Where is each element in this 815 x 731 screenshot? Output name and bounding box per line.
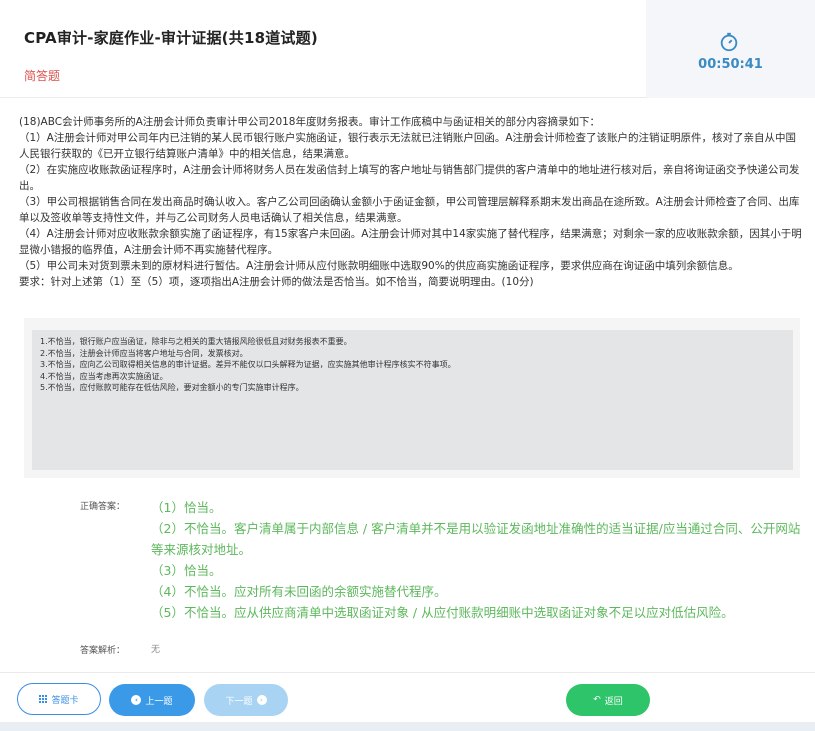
question-paragraph: （3）甲公司根据销售合同在发出商品时确认收入。客户乙公司回函确认金额小于函证金额… [19, 196, 800, 224]
correct-answer-line: （5）不恰当。应从供应商清单中选取函证对象 / 从应付账款明细账中选取函证对象不… [151, 605, 734, 620]
grid-icon [39, 695, 48, 703]
question-type-label: 简答题 [24, 69, 61, 83]
chevron-left-icon: ‹ [131, 695, 142, 705]
previous-question-button[interactable]: ‹ 上一题 [109, 684, 195, 716]
question-paragraph: （5）甲公司未对货到票未到的原材料进行暂估。A注册会计师从应付账款明细账中选取9… [19, 260, 739, 272]
exam-review-page: CPA审计-家庭作业-审计证据(共18道试题) 简答题 00:50:41 (18… [0, 0, 815, 731]
user-answer-textarea[interactable]: 1.不恰当，银行账户应当函证，除非与之相关的重大错报风险很低且对财务报表不重要。… [32, 330, 793, 470]
correct-answer-line: （3）恰当。 [151, 563, 222, 578]
next-question-button[interactable]: 下一题 › [204, 684, 288, 716]
correct-answer-text: （1）恰当。 （2）不恰当。客户清单属于内部信息 / 客户清单并不是用以验证发函… [151, 497, 801, 623]
previous-label: 上一题 [145, 696, 173, 707]
answer-card-label: 答题卡 [51, 695, 79, 706]
stopwatch-icon [720, 32, 738, 52]
footer-strip [0, 722, 815, 731]
correct-answer-line: （2）不恰当。客户清单属于内部信息 / 客户清单并不是用以验证发函地址准确性的适… [151, 521, 801, 557]
user-answer-line: 2.不恰当，注册会计师应当将客户地址与合同，发票核对。 [40, 348, 248, 358]
chevron-right-icon: › [256, 695, 267, 705]
reply-icon: ↶ [593, 694, 601, 705]
user-answer-container: 1.不恰当，银行账户应当函证，除非与之相关的重大错报风险很低且对财务报表不重要。… [24, 318, 800, 478]
correct-answer-line: （1）恰当。 [151, 500, 222, 515]
page-title: CPA审计-家庭作业-审计证据(共18道试题) [24, 29, 318, 47]
question-paragraph: （1）A注册会计师对甲公司年内已注销的某人民币银行账户实施函证，银行表示无法就已… [19, 132, 797, 160]
question-paragraph: （4）A注册会计师对应收账款余额实施了函证程序，有15家客户未回函。A注册会计师… [19, 228, 802, 256]
back-button[interactable]: ↶ 返回 [566, 684, 650, 716]
answer-card-button[interactable]: 答题卡 [17, 683, 101, 715]
question-paragraph: (18)ABC会计师事务所的A注册会计师负责审计甲公司2018年度财务报表。审计… [19, 116, 600, 128]
correct-answer-label: 正确答案： [80, 502, 126, 512]
analysis-label: 答案解析： [80, 646, 126, 656]
question-paragraph: 要求：针对上述第（1）至（5）项，逐项指出A注册会计师的做法是否恰当。如不恰当，… [19, 276, 534, 288]
timer-panel: 00:50:41 [646, 0, 815, 98]
back-label: 返回 [604, 696, 623, 707]
user-answer-line: 1.不恰当，银行账户应当函证，除非与之相关的重大错报风险很低且对财务报表不重要。 [40, 337, 352, 346]
header: CPA审计-家庭作业-审计证据(共18道试题) 简答题 00:50:41 [0, 0, 815, 98]
user-answer-line: 4.不恰当，应当考虑再次实施函证。 [40, 371, 168, 381]
timer-value: 00:50:41 [698, 57, 763, 72]
user-answer-line: 3.不恰当，应向乙公司取得相关信息的审计证据。差异不能仅以口头解释为证据，应实施… [40, 360, 456, 369]
user-answer-line: 5.不恰当，应付账款可能存在低估风险，要对金额小的专门实施审计程序。 [40, 383, 304, 392]
question-paragraph: （2）在实施应收账款函证程序时，A注册会计师将财务人员在发函信封上填写的客户地址… [19, 164, 800, 192]
correct-answer-line: （4）不恰当。应对所有未回函的余额实施替代程序。 [151, 584, 447, 599]
question-text: (18)ABC会计师事务所的A注册会计师负责审计甲公司2018年度财务报表。审计… [19, 114, 804, 290]
next-label: 下一题 [225, 696, 253, 707]
analysis-value: 无 [151, 645, 161, 655]
